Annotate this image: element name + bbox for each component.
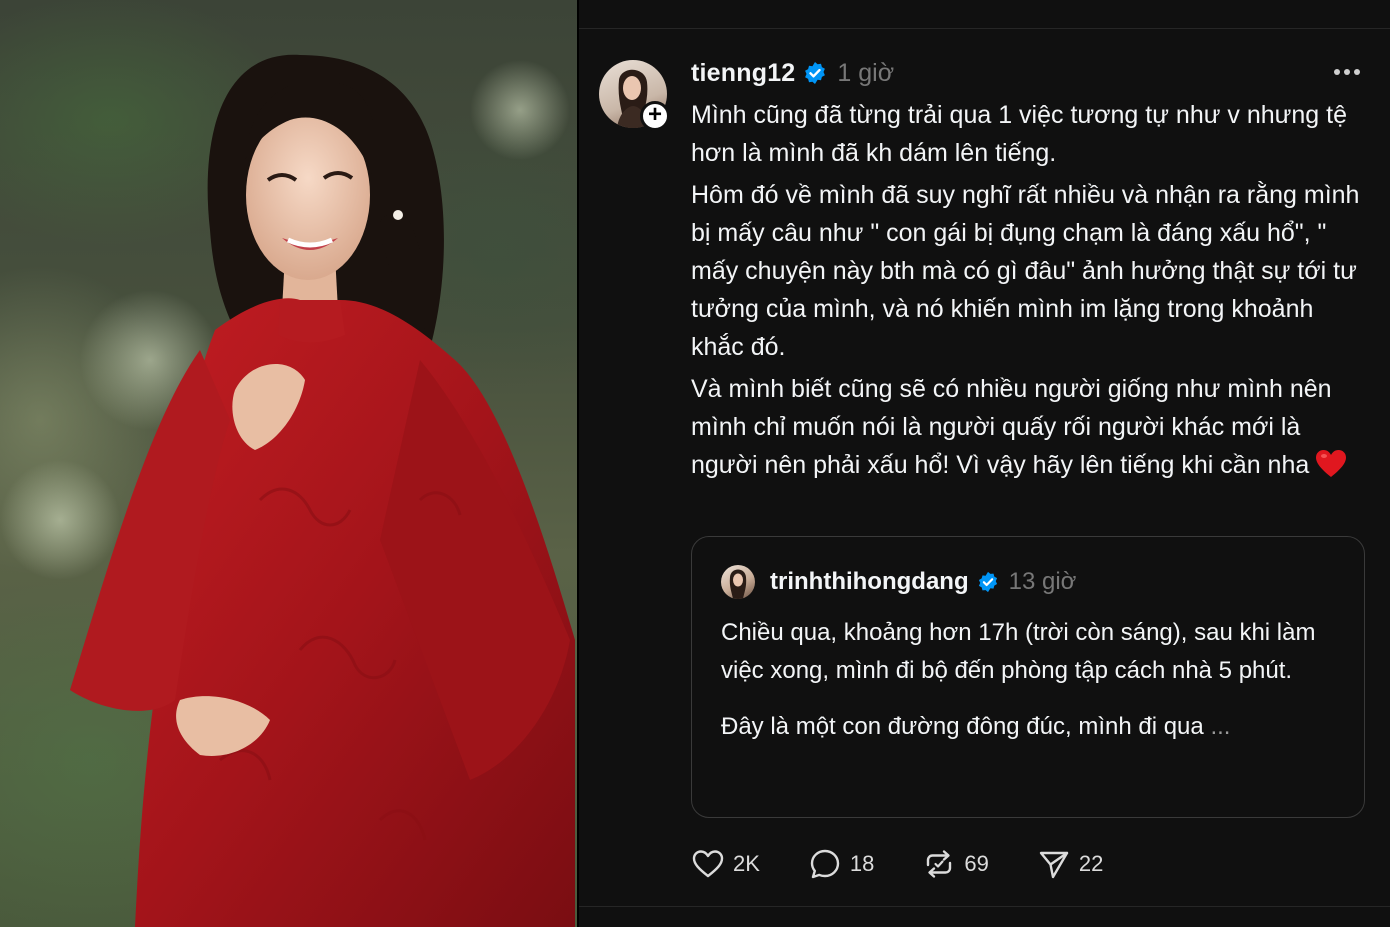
quoted-author-avatar[interactable]	[721, 565, 755, 599]
post-timestamp: 1 giờ	[837, 58, 895, 87]
post-header: tienng12 1 giờ	[691, 56, 894, 90]
quoted-author-username[interactable]: trinhthihongdang	[770, 568, 969, 596]
repost-icon	[927, 850, 952, 878]
quoted-post-header: trinhthihongdang 13 giờ	[770, 565, 1076, 599]
post-paragraph-3: Và mình biết cũng sẽ có nhiều người giốn…	[691, 370, 1371, 484]
photo-woman-red-ao-dai	[0, 54, 575, 927]
post-body: Mình cũng đã từng trải qua 1 việc tương …	[691, 96, 1371, 488]
author-username[interactable]: tienng12	[691, 59, 795, 88]
quoted-paragraph-2-text: Đây là một con đường đông đúc, mình đi q…	[721, 713, 1204, 740]
quoted-paragraph-1: Chiều qua, khoảng hơn 17h (trời còn sáng…	[721, 619, 1316, 684]
quoted-paragraph-2: Đây là một con đường đông đúc, mình đi q…	[721, 708, 1351, 746]
quoted-timestamp: 13 giờ	[1008, 568, 1077, 595]
share-button[interactable]: 22	[1037, 847, 1103, 881]
post-paragraph-1: Mình cũng đã từng trải qua 1 việc tương …	[691, 101, 1347, 167]
quoted-avatar-photo	[729, 569, 747, 599]
comment-button[interactable]: 18	[808, 847, 874, 881]
like-button[interactable]: 2K	[691, 847, 760, 881]
post-photo[interactable]	[0, 0, 577, 927]
follow-plus-button[interactable]: +	[640, 101, 670, 131]
repost-count: 69	[964, 851, 989, 876]
repost-button[interactable]: 69	[922, 847, 989, 881]
quoted-verified-badge-icon	[978, 571, 997, 593]
more-options-icon[interactable]	[1330, 62, 1364, 82]
comment-bubble-icon	[810, 849, 840, 879]
like-count: 2K	[733, 851, 760, 876]
post-paragraph-2: Hôm đó về mình đã suy nghĩ rất nhiều và …	[691, 181, 1360, 361]
share-count: 22	[1078, 851, 1104, 876]
post-action-bar: 2K 18 69 22	[691, 846, 1151, 882]
quoted-post-body: Chiều qua, khoảng hơn 17h (trời còn sáng…	[721, 614, 1351, 764]
send-paper-plane-icon	[1039, 851, 1069, 879]
top-divider	[579, 28, 1390, 29]
quoted-ellipsis: ...	[1210, 713, 1231, 740]
bottom-divider	[579, 906, 1390, 907]
red-heart-emoji-icon	[1316, 450, 1347, 477]
verified-badge-icon	[805, 62, 826, 84]
comment-count: 18	[849, 851, 875, 876]
heart-outline-icon	[692, 850, 724, 878]
post-paragraph-3-text: Và mình biết cũng sẽ có nhiều người giốn…	[691, 375, 1332, 479]
